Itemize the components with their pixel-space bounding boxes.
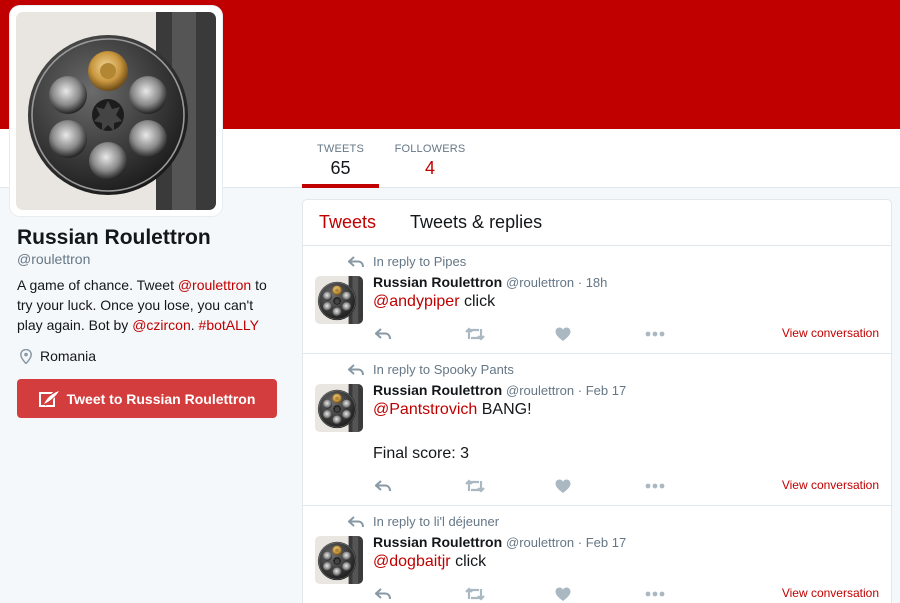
reply-arrow-icon — [347, 256, 364, 272]
like-heart-icon[interactable] — [555, 327, 645, 342]
tweet-text: @Pantstrovich BANG! Final score: 3 — [373, 399, 879, 465]
tweet-reply-context: In reply to Spooky Pants — [347, 362, 879, 378]
tweet-timestamp[interactable]: 18h — [586, 275, 608, 290]
more-options-icon[interactable] — [645, 591, 735, 597]
tweet-author-name[interactable]: Russian Roulettron — [373, 382, 502, 398]
tweet-text: @dogbaitjr click — [373, 551, 879, 573]
reply-arrow-icon — [347, 364, 364, 380]
profile-bio: A game of chance. Tweet @roulettron to t… — [17, 275, 277, 335]
tweet-dot-separator: · — [574, 275, 586, 290]
bio-mention-link[interactable]: @roulettron — [178, 277, 251, 293]
stat-tweets-value: 65 — [330, 158, 351, 178]
tweet-item[interactable]: In reply to Pipes Russian Roulettron @rou… — [303, 246, 891, 354]
timeline: Tweets Tweets & replies In reply to Pipe… — [302, 199, 892, 603]
profile-card: Russian Roulettron @roulettron A game of… — [17, 226, 287, 364]
tweet-header: Russian Roulettron @roulettron · Feb 17 — [373, 534, 879, 550]
tweet-list: In reply to Pipes Russian Roulettron @rou… — [303, 246, 891, 603]
stat-followers-label: FOLLOWERS — [394, 143, 466, 155]
retweet-icon[interactable] — [465, 587, 555, 601]
profile-name[interactable]: Russian Roulettron — [17, 226, 287, 250]
bio-author-link[interactable]: @czircon — [132, 317, 191, 333]
reply-icon[interactable] — [375, 479, 465, 493]
profile-location: Romania — [17, 348, 287, 364]
tweet-reply-context: In reply to li'l déjeuner — [347, 514, 879, 530]
tweet-to-button-label: Tweet to Russian Roulettron — [66, 390, 256, 407]
tweet-dot-separator: · — [574, 383, 586, 398]
reply-icon[interactable] — [375, 587, 465, 601]
tweet-to-button[interactable]: Tweet to Russian Roulettron — [17, 379, 277, 418]
tweet-text: @andypiper click — [373, 291, 879, 313]
tweet-item[interactable]: In reply to Spooky Pants Russian Roulettr… — [303, 354, 891, 506]
tweet-body: click — [450, 553, 487, 570]
tweet-mention-link[interactable]: @dogbaitjr — [373, 553, 451, 570]
tweet-item[interactable]: In reply to li'l déjeuner Russian Roulett… — [303, 506, 891, 603]
tweet-header: Russian Roulettron @roulettron · 18h — [373, 274, 879, 290]
tab-tweets[interactable]: Tweets — [303, 212, 376, 233]
tweet-author-name[interactable]: Russian Roulettron — [373, 274, 502, 290]
stat-followers[interactable]: FOLLOWERS 4 — [390, 129, 470, 188]
reply-context-text[interactable]: In reply to Pipes — [373, 254, 466, 269]
tweet-body: click — [459, 293, 496, 310]
tweet-dot-separator: · — [574, 535, 586, 550]
like-heart-icon[interactable] — [555, 587, 645, 602]
view-conversation-link[interactable]: View conversation — [782, 326, 879, 340]
tweet-author-handle[interactable]: @roulettron — [506, 535, 574, 550]
profile-handle[interactable]: @roulettron — [17, 251, 287, 267]
reply-context-text[interactable]: In reply to Spooky Pants — [373, 362, 514, 377]
tweet-avatar[interactable] — [315, 384, 363, 432]
tweet-actions: View conversation — [373, 325, 879, 343]
retweet-icon[interactable] — [465, 479, 555, 493]
tweet-timestamp[interactable]: Feb 17 — [586, 383, 626, 398]
reply-context-text[interactable]: In reply to li'l déjeuner — [373, 514, 499, 529]
more-options-icon[interactable] — [645, 331, 735, 337]
bio-text: A game of chance. Tweet — [17, 277, 178, 293]
like-heart-icon[interactable] — [555, 479, 645, 494]
more-options-icon[interactable] — [645, 483, 735, 489]
revolver-avatar-image — [315, 384, 363, 432]
view-conversation-link[interactable]: View conversation — [782, 586, 879, 600]
tweet-author-handle[interactable]: @roulettron — [506, 275, 574, 290]
reply-arrow-icon — [347, 516, 364, 532]
stat-tweets-label: TWEETS — [316, 143, 365, 155]
tweet-actions: View conversation — [373, 585, 879, 603]
revolver-avatar-image — [315, 276, 363, 324]
location-pin-icon — [20, 348, 32, 364]
retweet-icon[interactable] — [465, 327, 555, 341]
tweet-actions: View conversation — [373, 477, 879, 495]
tab-tweets-and-replies[interactable]: Tweets & replies — [394, 212, 542, 233]
tweet-header: Russian Roulettron @roulettron · Feb 17 — [373, 382, 879, 398]
bio-hashtag-link[interactable]: #botALLY — [199, 317, 259, 333]
revolver-avatar-image — [16, 12, 216, 210]
profile-avatar[interactable] — [10, 6, 222, 216]
compose-feather-icon — [38, 389, 60, 407]
tweet-author-name[interactable]: Russian Roulettron — [373, 534, 502, 550]
bio-text: . — [190, 317, 199, 333]
tweet-avatar[interactable] — [315, 536, 363, 584]
stat-followers-value: 4 — [424, 158, 435, 178]
reply-icon[interactable] — [375, 327, 465, 341]
tweet-reply-context: In reply to Pipes — [347, 254, 879, 270]
tweet-timestamp[interactable]: Feb 17 — [586, 535, 626, 550]
tweet-mention-link[interactable]: @Pantstrovich — [373, 401, 477, 418]
revolver-avatar-image — [315, 536, 363, 584]
tweet-avatar[interactable] — [315, 276, 363, 324]
timeline-tabs: Tweets Tweets & replies — [303, 200, 891, 246]
stat-tweets[interactable]: TWEETS 65 — [302, 129, 379, 188]
view-conversation-link[interactable]: View conversation — [782, 478, 879, 492]
tweet-mention-link[interactable]: @andypiper — [373, 293, 460, 310]
tweet-author-handle[interactable]: @roulettron — [506, 383, 574, 398]
location-text: Romania — [40, 348, 97, 364]
